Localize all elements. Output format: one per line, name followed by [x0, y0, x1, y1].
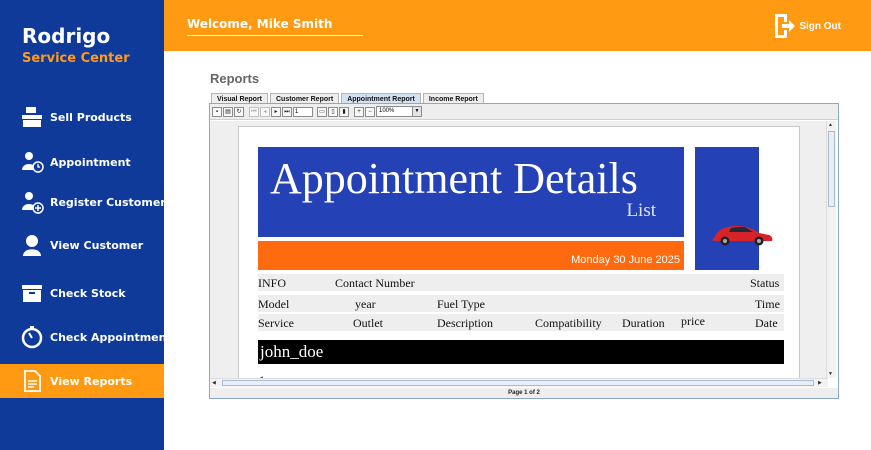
first-page-icon[interactable]: ⏮: [249, 106, 259, 117]
page-number-input[interactable]: 1: [293, 106, 313, 117]
report-icon: [24, 370, 41, 392]
report-page: Appointment Details List Monday 30 June …: [238, 126, 800, 378]
customer-group-header: john_doe: [258, 340, 784, 364]
sign-out-icon: [775, 14, 796, 38]
sidebar-item-label: Sell Products: [50, 110, 132, 124]
zoom-out-icon[interactable]: −: [365, 106, 375, 117]
add-user-icon: [22, 192, 44, 214]
sidebar-item-appointment[interactable]: Appointment: [0, 145, 164, 179]
page-title: Reports: [210, 71, 260, 86]
cashier-icon: [22, 107, 42, 127]
customer-name: john_doe: [260, 342, 324, 361]
welcome-text: Welcome, Mike Smith: [187, 17, 333, 31]
page-indicator: Page 1 of 2: [210, 388, 838, 398]
column-header-outlet: Outlet: [353, 316, 383, 330]
sidebar-item-label: Register Customer: [50, 195, 166, 209]
sidebar-item-label: View Customer: [50, 238, 144, 252]
actual-size-icon[interactable]: ▭: [317, 106, 327, 117]
report-title-box: Appointment Details List: [258, 147, 684, 237]
header-row-vehicle: Model year Fuel Type Time: [258, 295, 784, 312]
stopwatch-icon: [21, 326, 43, 349]
brand-subtitle: Service Center: [22, 51, 130, 66]
column-header-model: Model: [258, 297, 290, 311]
header-row-info: INFO Contact Number Status: [258, 274, 784, 291]
stock-box-icon: [22, 285, 42, 302]
column-header-duration: Duration: [622, 316, 665, 330]
scroll-left-icon[interactable]: ◀: [212, 380, 216, 386]
sidebar-item-label: Appointment: [50, 155, 131, 169]
sidebar-item-register-customer[interactable]: Register Customer: [0, 185, 166, 219]
refresh-icon[interactable]: ↻: [234, 106, 244, 117]
car-logo-box: [695, 147, 773, 270]
report-title: Appointment Details: [270, 154, 638, 203]
previous-page-icon[interactable]: ◂: [260, 106, 270, 117]
zoom-select[interactable]: 100% ▼: [376, 106, 422, 117]
sidebar-item-label: Check Appointment: [50, 330, 172, 344]
column-header-fuel-type: Fuel Type: [437, 297, 485, 311]
column-header-status: Status: [750, 276, 780, 290]
chevron-down-icon: ▼: [412, 107, 421, 116]
last-page-icon[interactable]: ⏭: [282, 106, 292, 117]
scroll-right-icon[interactable]: ▶: [818, 380, 822, 386]
sign-out-button[interactable]: Sign Out: [773, 13, 841, 39]
vertical-scrollbar[interactable]: ▲ ▼: [826, 121, 836, 378]
viewer-toolbar: ▪ ▤ ↻ ⏮ ◂ ▸ ⏭ 1 ▭ ▯ ▮ + − 100% ▼: [210, 104, 838, 120]
column-header-compatibility: Compatibility: [535, 316, 602, 330]
column-header-service: Service: [258, 316, 294, 330]
header: Welcome, Mike Smith Sign Out: [164, 0, 871, 51]
report-subtitle: List: [626, 200, 656, 221]
sidebar-item-label: View Reports: [50, 374, 133, 388]
column-header-info: INFO: [258, 276, 287, 290]
horizontal-scroll-thumb[interactable]: [222, 380, 814, 386]
zoom-in-icon[interactable]: +: [354, 106, 364, 117]
car-icon: [712, 226, 773, 246]
sidebar-item-view-reports[interactable]: View Reports: [0, 364, 164, 398]
column-header-year: year: [355, 297, 376, 311]
sign-out-label: Sign Out: [799, 20, 841, 32]
save-icon[interactable]: ▪: [212, 106, 222, 117]
column-header-time: Time: [755, 297, 780, 311]
user-icon: [23, 235, 41, 256]
print-icon[interactable]: ▤: [223, 106, 233, 117]
vertical-scroll-thumb[interactable]: [828, 131, 835, 207]
report-date: Monday 30 June 2025: [571, 254, 680, 266]
sidebar-item-sell-products[interactable]: Sell Products: [0, 100, 164, 134]
header-row-service: Service Outlet Description Compatibility…: [258, 314, 784, 331]
next-page-icon[interactable]: ▸: [271, 106, 281, 117]
column-header-contact: Contact Number: [335, 276, 415, 290]
appointment-user-icon: [22, 152, 44, 173]
report-date-bar: Monday 30 June 2025: [258, 241, 684, 270]
column-header-price: price: [681, 314, 705, 328]
report-viewer: ▪ ▤ ↻ ⏮ ◂ ▸ ⏭ 1 ▭ ▯ ▮ + − 100% ▼ Appoint…: [209, 103, 839, 399]
zoom-value: 100%: [379, 108, 395, 114]
scroll-down-icon[interactable]: ▼: [828, 371, 833, 377]
sidebar-item-view-customer[interactable]: View Customer: [0, 228, 164, 262]
sidebar-item-check-appointment[interactable]: Check Appointment: [0, 320, 172, 354]
sidebar-item-label: Check Stock: [50, 286, 126, 300]
welcome-underline: [187, 35, 363, 36]
column-header-description: Description: [437, 316, 493, 330]
fit-width-icon[interactable]: ▮: [339, 106, 349, 117]
scroll-up-icon[interactable]: ▲: [828, 122, 833, 128]
fit-page-icon[interactable]: ▯: [328, 106, 338, 117]
column-header-date: Date: [755, 316, 778, 330]
horizontal-scrollbar[interactable]: ◀ ▶: [210, 378, 828, 387]
report-canvas: Appointment Details List Monday 30 June …: [210, 121, 828, 378]
sidebar: Rodrigo Service Center Sell Products App…: [0, 0, 172, 450]
brand-name: Rodrigo: [22, 24, 111, 48]
sidebar-item-check-stock[interactable]: Check Stock: [0, 276, 164, 310]
